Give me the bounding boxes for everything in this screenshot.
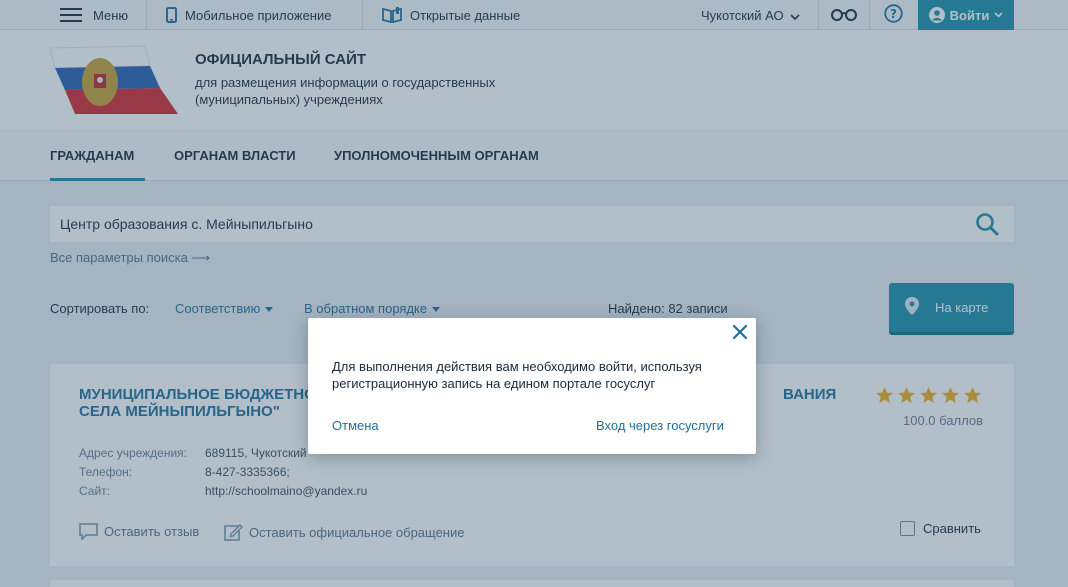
dialog-message: Для выполнения действия вам необходимо в…: [332, 359, 702, 391]
login-required-dialog: Для выполнения действия вам необходимо в…: [308, 318, 756, 454]
cancel-button[interactable]: Отмена: [332, 418, 379, 433]
close-icon[interactable]: [732, 324, 748, 340]
modal-backdrop[interactable]: [0, 0, 1068, 587]
gosuslugi-login-button[interactable]: Вход через госуслуги: [596, 418, 724, 433]
